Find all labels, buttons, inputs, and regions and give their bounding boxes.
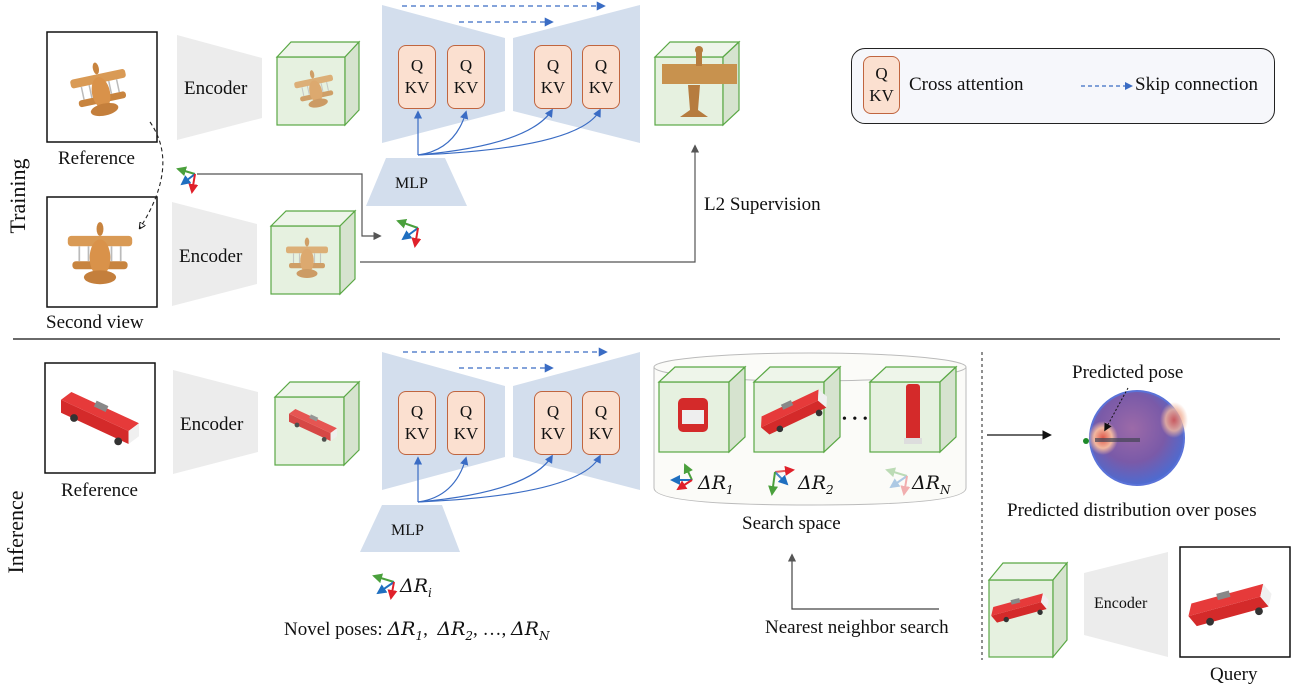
legend-skip-connection-icon [1081, 82, 1133, 90]
training-cross-attention-block-2: Q KV [447, 45, 485, 109]
inference-reference-caption: Reference [61, 480, 138, 501]
query-encoder-label: Encoder [1094, 595, 1148, 612]
training-cross-attention-block-1: Q KV [398, 45, 436, 109]
pose-distribution-sphere [1083, 390, 1188, 486]
search-space-cube-1 [657, 365, 747, 454]
training-encoder-bottom-label: Encoder [179, 246, 243, 267]
query-caption: Query [1210, 664, 1258, 685]
training-second-view-image [46, 196, 158, 308]
training-pose-axes-right-icon [396, 218, 422, 248]
novel-pose-2: ΔR2 [437, 618, 474, 643]
novel-poses-line: Novel poses: ΔR1, ΔR2, …, ΔRN [284, 618, 550, 643]
novel-pose-n: ΔRN [511, 618, 550, 643]
training-output-cube [653, 40, 741, 127]
search-space-item-n-label: ΔRN [912, 472, 951, 497]
legend-cross-attention-label: Cross attention [909, 74, 1024, 95]
query-label: Q [546, 56, 560, 75]
training-cross-attention-block-4: Q KV [582, 45, 620, 109]
search-space-cube-n [868, 365, 958, 454]
delta-r-subscript: i [428, 585, 432, 600]
training-feature-cube-top [275, 40, 361, 127]
key-value-label: KV [453, 424, 479, 443]
novel-poses-prefix: Novel poses: [284, 619, 388, 640]
legend-skip-connection-label: Skip connection [1135, 74, 1258, 95]
query-label: Q [410, 402, 424, 421]
search-space-label: Search space [742, 513, 841, 534]
search-space-ellipsis: • • • [842, 412, 869, 427]
training-feature-cube-bottom [269, 209, 357, 296]
inference-unet-decoder-half [513, 352, 640, 490]
inference-mlp-label: MLP [391, 522, 424, 539]
inference-pose-axes-icon [372, 573, 398, 600]
key-value-label: KV [588, 424, 614, 443]
delta-r-i-label: ΔRi [400, 575, 432, 600]
key-value-label: KV [540, 424, 566, 443]
query-label: Q [459, 56, 473, 75]
l2-supervision-label: L2 Supervision [704, 194, 821, 215]
legend-cross-attention-icon: Q KV [863, 56, 900, 114]
query-label: Q [459, 402, 473, 421]
predicted-pose-label: Predicted pose [1072, 362, 1184, 383]
query-image [1179, 546, 1291, 658]
training-mlp-label: MLP [395, 175, 428, 192]
novel-poses-ellipsis: … [482, 619, 502, 640]
delta-r-base: ΔR [400, 575, 429, 597]
key-value-label: KV [869, 86, 894, 105]
training-cross-attention-block-3: Q KV [534, 45, 572, 109]
nearest-neighbor-label: Nearest neighbor search [765, 617, 949, 638]
nearest-neighbor-arrow [787, 553, 939, 610]
search-space-item-2-label: ΔR2 [798, 472, 834, 497]
training-unet-decoder-half [513, 5, 640, 143]
query-label: Q [875, 64, 888, 83]
novel-pose-1: ΔR1 [387, 618, 424, 643]
key-value-label: KV [588, 78, 614, 97]
search-space-cube-2 [752, 365, 842, 454]
training-reference-image [46, 31, 158, 143]
inference-cross-attention-block-3: Q KV [534, 391, 572, 455]
inference-cross-attention-block-4: Q KV [582, 391, 620, 455]
training-reference-caption: Reference [58, 148, 135, 169]
query-label: Q [594, 56, 608, 75]
inference-section-label: Inference [3, 490, 28, 574]
key-value-label: KV [540, 78, 566, 97]
inference-cross-attention-block-1: Q KV [398, 391, 436, 455]
query-label: Q [594, 402, 608, 421]
key-value-label: KV [453, 78, 479, 97]
search-space-item-1-label: ΔR1 [698, 472, 734, 497]
inference-cross-attention-block-2: Q KV [447, 391, 485, 455]
inference-feature-cube [273, 380, 361, 467]
training-encoder-top-label: Encoder [184, 78, 248, 99]
query-label: Q [410, 56, 424, 75]
training-second-view-caption: Second view [46, 312, 144, 333]
legend: Q KV Cross attention Skip connection [851, 48, 1275, 124]
query-label: Q [546, 402, 560, 421]
training-pose-axes-left-icon [176, 166, 199, 194]
training-section-label: Training [5, 158, 30, 234]
key-value-label: KV [404, 424, 430, 443]
query-feature-cube [987, 561, 1069, 659]
predicted-distribution-label: Predicted distribution over poses [1007, 500, 1257, 521]
inference-reference-image [44, 362, 156, 474]
key-value-label: KV [404, 78, 430, 97]
inference-encoder-label: Encoder [180, 414, 244, 435]
